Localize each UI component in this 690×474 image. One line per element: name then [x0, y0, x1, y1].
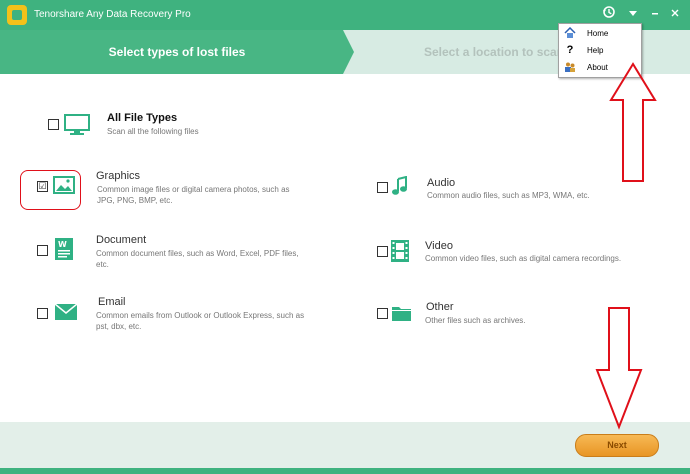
film-icon — [391, 240, 409, 267]
step-next-label: Select a location to scan — [424, 45, 565, 59]
close-icon[interactable] — [668, 5, 682, 23]
email-checkbox[interactable] — [37, 308, 48, 319]
audio-desc: Common audio files, such as MP3, WMA, et… — [427, 191, 590, 200]
menu-item-help[interactable]: ? Help — [559, 42, 641, 59]
app-title: Tenorshare Any Data Recovery Pro — [34, 9, 191, 20]
video-desc: Common video files, such as digital came… — [425, 254, 622, 263]
bottom-strip — [0, 468, 690, 474]
all-file-types-checkbox[interactable] — [48, 119, 59, 130]
dropdown-menu-icon[interactable] — [626, 5, 640, 23]
audio-checkbox[interactable] — [377, 182, 388, 193]
graphics-checkbox[interactable]: ☑ — [37, 181, 48, 192]
video-checkbox[interactable] — [377, 246, 388, 257]
menu-item-about-label: About — [587, 63, 608, 72]
question-mark-icon: ? — [566, 44, 574, 56]
history-icon[interactable] — [600, 5, 618, 24]
email-desc-line2: pst, dbx, etc. — [96, 322, 142, 331]
next-button[interactable]: Next — [575, 434, 659, 457]
menu-item-help-label: Help — [587, 46, 604, 55]
music-note-icon — [391, 175, 409, 203]
annotation-arrow-up-icon — [609, 62, 657, 182]
app-logo-icon — [7, 5, 27, 25]
document-icon: W — [55, 238, 73, 265]
minimize-icon[interactable] — [648, 5, 662, 23]
document-checkbox[interactable] — [37, 245, 48, 256]
other-checkbox[interactable] — [377, 308, 388, 319]
annotation-arrow-down-icon — [595, 307, 643, 430]
svg-text:W: W — [58, 240, 67, 249]
other-title: Other — [426, 301, 454, 313]
graphics-desc-line2: JPG, PNG, BMP, etc. — [97, 196, 173, 205]
image-icon — [53, 176, 75, 199]
all-file-types-title: All File Types — [107, 112, 178, 124]
folder-icon — [392, 305, 411, 326]
email-title: Email — [98, 296, 126, 308]
graphics-title: Graphics — [96, 170, 141, 182]
monitor-icon — [64, 114, 90, 141]
envelope-icon — [54, 303, 78, 325]
document-desc-line2: etc. — [96, 260, 109, 269]
menu-item-home[interactable]: Home — [559, 25, 641, 42]
document-title: Document — [96, 234, 147, 246]
document-desc-line1: Common document files, such as Word, Exc… — [96, 249, 299, 258]
people-icon — [564, 61, 576, 73]
home-icon — [564, 26, 576, 39]
all-file-types-desc: Scan all the following files — [107, 127, 199, 136]
other-desc: Other files such as archives. — [425, 316, 526, 325]
menu-item-home-label: Home — [587, 29, 609, 38]
audio-title: Audio — [427, 177, 456, 189]
email-desc-line1: Common emails from Outlook or Outlook Ex… — [96, 311, 305, 320]
step-current-label: Select types of lost files — [108, 45, 246, 59]
graphics-desc-line1: Common image files or digital camera pho… — [97, 185, 290, 194]
video-title: Video — [425, 240, 453, 252]
